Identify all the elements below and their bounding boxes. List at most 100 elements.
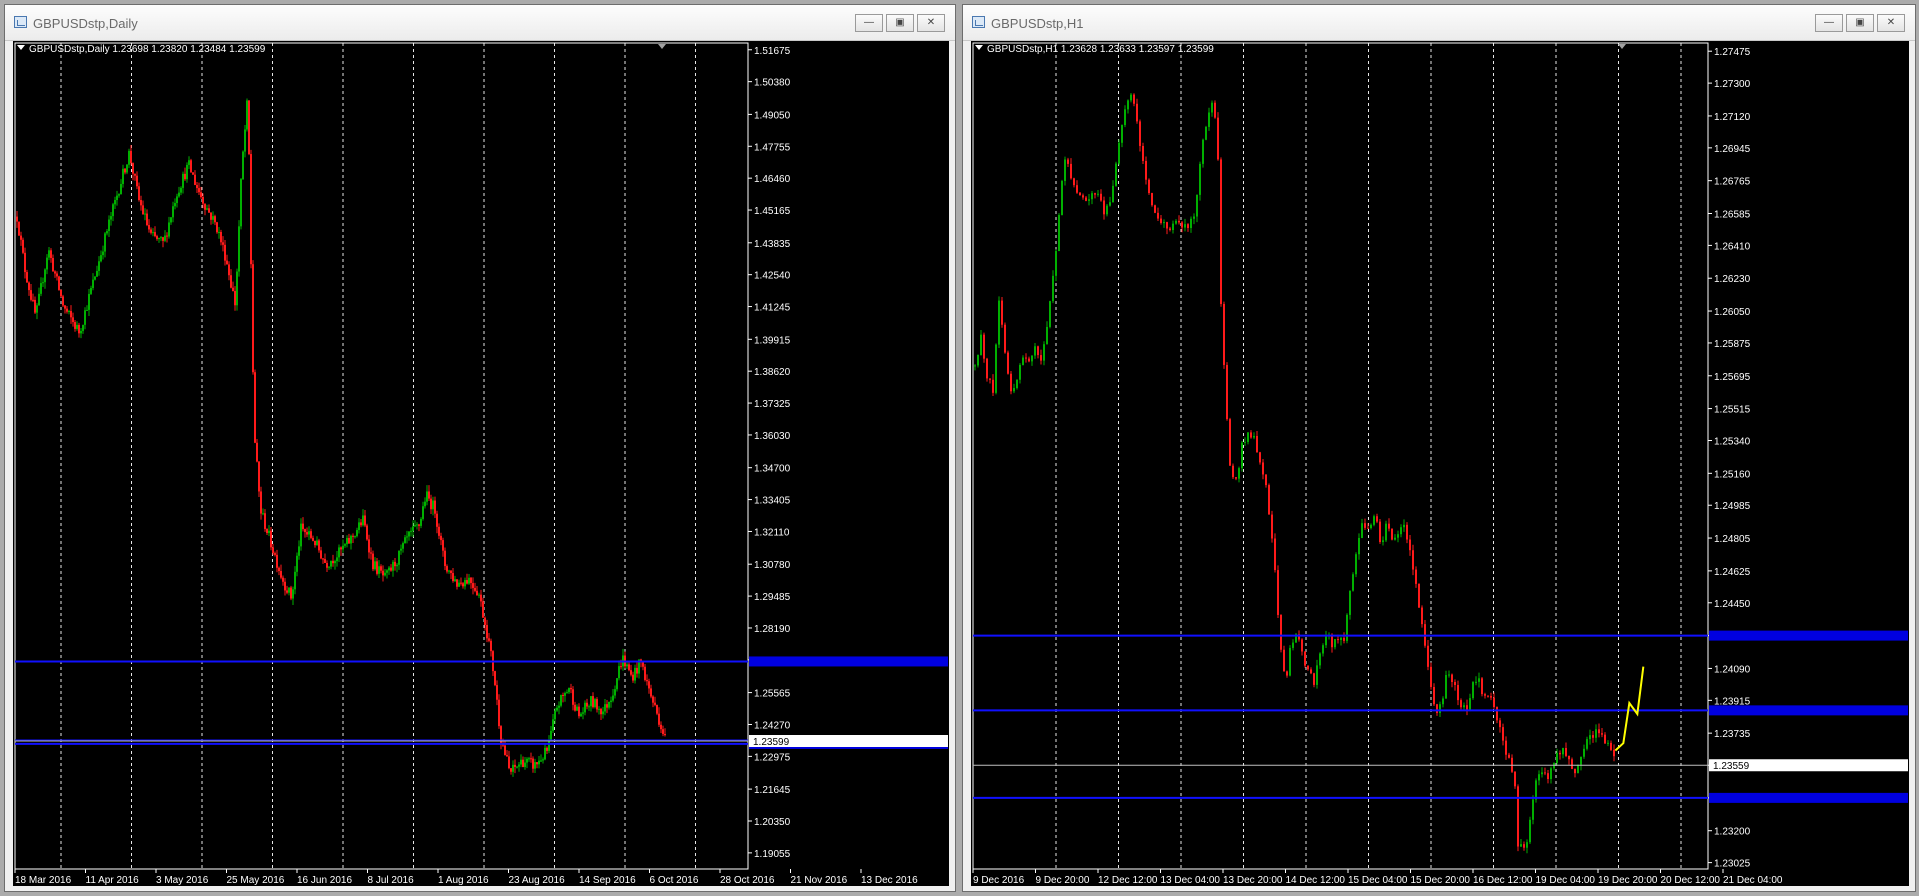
y-tick-label: 1.24985 — [1714, 501, 1751, 512]
candle-body — [92, 279, 94, 289]
candle-body — [32, 299, 34, 301]
candle-body — [592, 696, 594, 708]
candle-body — [470, 577, 472, 584]
y-tick-label: 1.47755 — [754, 142, 791, 153]
candle-body — [1016, 379, 1018, 389]
candle-body — [256, 442, 258, 462]
candle-body — [1019, 364, 1021, 380]
candle-body — [136, 175, 138, 187]
candle-body — [210, 212, 212, 220]
close-button[interactable]: ✕ — [1877, 14, 1905, 32]
candle-body — [30, 290, 32, 300]
candle-body — [1406, 524, 1408, 540]
candle-body — [1349, 590, 1351, 615]
candle-body — [226, 260, 228, 265]
candle-body — [983, 334, 985, 359]
candle-body — [410, 530, 412, 532]
projection-line — [1614, 666, 1645, 752]
candle-body — [148, 225, 150, 230]
minimize-button[interactable]: — — [1815, 14, 1843, 32]
candle-body — [1187, 224, 1189, 228]
candle-body — [1310, 669, 1312, 674]
candle-body — [998, 300, 1000, 345]
candle-body — [1577, 764, 1579, 774]
minimize-button[interactable]: — — [855, 14, 883, 32]
y-tick-label: 1.29485 — [754, 592, 791, 603]
candle-body — [594, 699, 596, 708]
candle-body — [586, 702, 588, 707]
candle-body — [436, 513, 438, 527]
window-titlebar[interactable]: GBPUSDstp,Daily — ▣ ✕ — [5, 5, 955, 41]
candle-body — [1595, 729, 1597, 738]
candle-body — [1136, 103, 1138, 122]
candle-body — [1103, 200, 1105, 215]
candle-body — [538, 760, 540, 765]
candle-body — [162, 237, 164, 241]
candle-body — [552, 719, 554, 731]
shift-marker-icon — [658, 44, 666, 49]
candle-body — [174, 203, 176, 207]
candle-body — [274, 553, 276, 555]
window-titlebar[interactable]: GBPUSDstp,H1 — ▣ ✕ — [963, 5, 1915, 41]
candle-body — [420, 518, 422, 526]
candle-body — [1145, 160, 1147, 180]
candle-body — [1532, 799, 1534, 820]
maximize-button[interactable]: ▣ — [886, 14, 914, 32]
candle-body — [1400, 527, 1402, 535]
candle-body — [132, 163, 134, 174]
candle-body — [644, 666, 646, 681]
candle-body — [272, 547, 274, 554]
candle-body — [1079, 192, 1081, 196]
candle-body — [1139, 121, 1141, 146]
candle-body — [1550, 768, 1552, 780]
candle-body — [1592, 735, 1594, 738]
candle-body — [1082, 195, 1084, 198]
candle-body — [386, 570, 388, 573]
candle-body — [96, 270, 98, 277]
candle-body — [442, 540, 444, 551]
price-chart[interactable]: 1.51675 1.50380 1.49050 1.47755 1.46460 1.451… — [13, 41, 949, 886]
candle-body — [1445, 675, 1447, 699]
y-tick-label: 1.28190 — [754, 624, 791, 635]
y-tick-label: 1.27120 — [1714, 112, 1751, 123]
maximize-icon: ▣ — [1855, 17, 1865, 28]
candle-body — [164, 235, 166, 241]
candle-body — [1469, 698, 1471, 711]
chart-window-h1[interactable]: GBPUSDstp,H1 — ▣ ✕ 1.27475 1.27300 1.27120… — [962, 4, 1916, 892]
candle-body — [330, 560, 332, 567]
close-button[interactable]: ✕ — [917, 14, 945, 32]
candle-body — [1133, 94, 1135, 104]
x-tick-label: 16 Jun 2016 — [297, 875, 352, 886]
candle-body — [178, 192, 180, 197]
candle-body — [642, 662, 644, 667]
candle-body — [84, 310, 86, 325]
candle-body — [292, 589, 294, 599]
candle-body — [1124, 109, 1126, 126]
candle-body — [314, 540, 316, 546]
chart-svg[interactable]: 1.27475 1.27300 1.27120 1.26945 1.26765 1.265… — [971, 41, 1909, 886]
candle-body — [246, 100, 248, 130]
price-chart[interactable]: 1.27475 1.27300 1.27120 1.26945 1.26765 1.265… — [971, 41, 1909, 886]
chart-window-daily[interactable]: GBPUSDstp,Daily — ▣ ✕ 1.51675 1.50380 1.49… — [4, 4, 956, 892]
y-tick-label: 1.26585 — [1714, 209, 1751, 220]
candle-body — [184, 173, 186, 180]
maximize-button[interactable]: ▣ — [1846, 14, 1874, 32]
candle-body — [64, 305, 66, 309]
x-tick-label: 16 Dec 12:00 — [1473, 875, 1533, 886]
candle-body — [58, 276, 60, 290]
x-tick-label: 21 Nov 2016 — [791, 875, 848, 886]
chart-svg[interactable]: 1.51675 1.50380 1.49050 1.47755 1.46460 1.451… — [13, 41, 949, 886]
candle-body — [276, 554, 278, 568]
candle-body — [646, 680, 648, 682]
candle-body — [204, 203, 206, 210]
candle-body — [610, 700, 612, 702]
candle-body — [152, 232, 154, 234]
candle-body — [1448, 674, 1450, 676]
y-tick-label: 1.23025 — [1714, 859, 1751, 870]
candle-body — [270, 530, 272, 548]
candle-body — [258, 461, 260, 492]
candle-body — [1523, 844, 1525, 848]
candle-body — [142, 205, 144, 215]
candle-body — [1604, 734, 1606, 744]
candle-body — [342, 545, 344, 550]
